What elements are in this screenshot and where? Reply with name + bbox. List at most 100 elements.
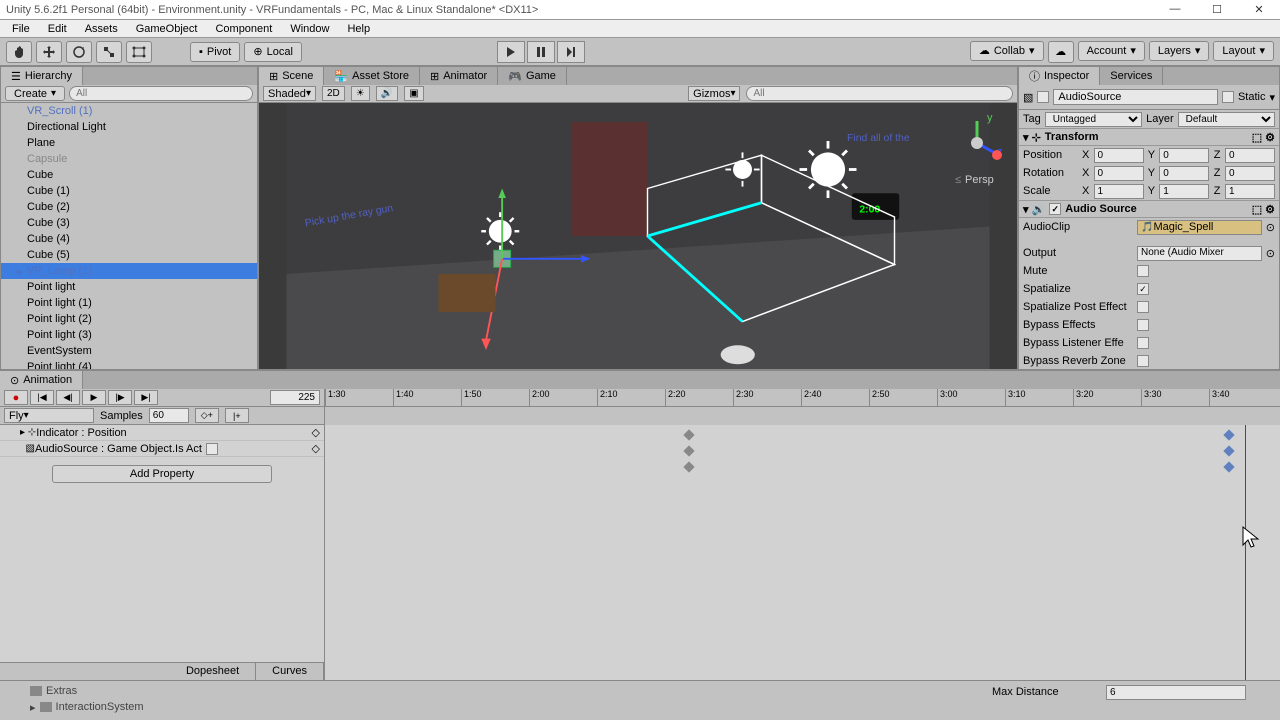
pivot-toggle[interactable]: ▪ Pivot xyxy=(190,42,240,62)
scene-gizmo[interactable]: yz≤Persp xyxy=(947,113,1007,173)
curves-tab[interactable]: Curves xyxy=(256,663,324,680)
position-y[interactable] xyxy=(1159,148,1209,163)
rotation-y[interactable] xyxy=(1159,166,1209,181)
close-button[interactable]: ✕ xyxy=(1244,3,1274,16)
clip-dropdown[interactable]: Fly ▾ xyxy=(4,408,94,423)
animator-tab[interactable]: ⊞ Animator xyxy=(420,67,498,85)
cloud-button[interactable]: ☁ xyxy=(1048,41,1074,63)
prev-frame-button[interactable]: ◀| xyxy=(56,390,80,405)
hierarchy-tab[interactable]: ☰ Hierarchy xyxy=(1,67,83,85)
timeline-ruler[interactable]: 1:301:401:502:002:102:202:302:402:503:00… xyxy=(325,389,1280,407)
fx-toggle[interactable]: ▣ xyxy=(404,86,423,101)
hierarchy-item[interactable]: Capsule xyxy=(1,151,257,167)
folder-item[interactable]: Extras xyxy=(30,683,988,699)
scene-search[interactable] xyxy=(746,86,1013,101)
hierarchy-item[interactable]: Cube (3) xyxy=(1,215,257,231)
layers-dropdown[interactable]: Layers ▾ xyxy=(1149,41,1210,61)
active-checkbox[interactable] xyxy=(1037,91,1049,103)
hierarchy-list[interactable]: VR_Scroll (1)Directional LightPlaneCapsu… xyxy=(1,103,257,369)
menu-gameobject[interactable]: GameObject xyxy=(128,21,206,37)
spatialize-post-checkbox[interactable] xyxy=(1137,301,1149,313)
menu-window[interactable]: Window xyxy=(282,21,337,37)
menu-file[interactable]: File xyxy=(4,21,38,37)
hierarchy-item[interactable]: Cube (5) xyxy=(1,247,257,263)
transform-header[interactable]: ▾ ⊹ Transform⬚ ⚙ xyxy=(1019,128,1279,146)
step-button[interactable] xyxy=(557,41,585,63)
dopesheet-tab[interactable]: Dopesheet xyxy=(170,663,256,680)
menu-help[interactable]: Help xyxy=(339,21,378,37)
shading-dropdown[interactable]: Shaded ▾ xyxy=(263,86,316,101)
rotation-x[interactable] xyxy=(1094,166,1144,181)
samples-field[interactable] xyxy=(149,408,189,423)
audio-enabled-checkbox[interactable]: ✓ xyxy=(1049,203,1061,215)
scene-tab[interactable]: ⊞ Scene xyxy=(259,67,324,85)
anim-play-button[interactable]: ▶ xyxy=(82,390,106,405)
next-frame-button[interactable]: |▶ xyxy=(108,390,132,405)
static-checkbox[interactable] xyxy=(1222,91,1234,103)
rotation-z[interactable] xyxy=(1225,166,1275,181)
menu-assets[interactable]: Assets xyxy=(77,21,126,37)
hierarchy-search[interactable] xyxy=(69,86,253,101)
position-z[interactable] xyxy=(1225,148,1275,163)
scale-tool[interactable] xyxy=(96,41,122,63)
spatialize-checkbox[interactable]: ✓ xyxy=(1137,283,1149,295)
hierarchy-item[interactable]: Directional Light xyxy=(1,119,257,135)
minimize-button[interactable]: — xyxy=(1160,3,1190,16)
hierarchy-item[interactable]: Plane xyxy=(1,135,257,151)
inspector-tab[interactable]: ⓘ Inspector xyxy=(1019,67,1100,85)
animation-tab[interactable]: ⊙ Animation xyxy=(0,371,83,389)
game-tab[interactable]: 🎮 Game xyxy=(498,67,567,85)
audio-source-header[interactable]: ▾ 🔊 ✓ Audio Source⬚ ⚙ xyxy=(1019,200,1279,218)
hierarchy-item[interactable]: EventSystem xyxy=(1,343,257,359)
account-dropdown[interactable]: Account ▾ xyxy=(1078,41,1145,61)
bypass-listener-checkbox[interactable] xyxy=(1137,337,1149,349)
output-field[interactable]: None (Audio Mixer xyxy=(1137,246,1262,261)
first-frame-button[interactable]: |◀ xyxy=(30,390,54,405)
scale-y[interactable] xyxy=(1159,184,1209,199)
bypass-effects-checkbox[interactable] xyxy=(1137,319,1149,331)
hierarchy-item[interactable]: VR_Scroll (1) xyxy=(1,103,257,119)
move-tool[interactable] xyxy=(36,41,62,63)
maximize-button[interactable]: ☐ xyxy=(1202,3,1232,16)
hierarchy-item[interactable]: VR_Lamp (1) xyxy=(1,263,257,279)
pause-button[interactable] xyxy=(527,41,555,63)
hierarchy-item[interactable]: Cube (1) xyxy=(1,183,257,199)
local-toggle[interactable]: ⊕ Local xyxy=(244,42,302,62)
hierarchy-item[interactable]: Cube (2) xyxy=(1,199,257,215)
audio-toggle[interactable]: 🔊 xyxy=(376,86,398,101)
scene-view[interactable]: Pick up the ray gun Find all of the 2:00 xyxy=(259,103,1017,369)
layer-dropdown[interactable]: Default xyxy=(1178,112,1275,127)
scale-x[interactable] xyxy=(1094,184,1144,199)
object-name-field[interactable] xyxy=(1053,89,1218,105)
animation-timeline[interactable] xyxy=(325,425,1280,680)
frame-field[interactable] xyxy=(270,390,320,405)
2d-toggle[interactable]: 2D xyxy=(322,86,345,101)
hand-tool[interactable] xyxy=(6,41,32,63)
scale-z[interactable] xyxy=(1225,184,1275,199)
hierarchy-item[interactable]: Point light (4) xyxy=(1,359,257,369)
mute-checkbox[interactable] xyxy=(1137,265,1149,277)
create-dropdown[interactable]: Create ▾ xyxy=(5,86,65,101)
asset-store-tab[interactable]: 🏪 Asset Store xyxy=(324,67,420,85)
play-button[interactable] xyxy=(497,41,525,63)
record-button[interactable]: ● xyxy=(4,390,28,405)
add-property-button[interactable]: Add Property xyxy=(52,465,272,483)
hierarchy-item[interactable]: Point light (1) xyxy=(1,295,257,311)
rect-tool[interactable] xyxy=(126,41,152,63)
menu-edit[interactable]: Edit xyxy=(40,21,75,37)
anim-property[interactable]: ▧ AudioSource : Game Object.Is Act◇ xyxy=(0,441,324,457)
bypass-reverb-checkbox[interactable] xyxy=(1137,355,1149,367)
tag-dropdown[interactable]: Untagged xyxy=(1045,112,1142,127)
position-x[interactable] xyxy=(1094,148,1144,163)
add-event-button[interactable]: |+ xyxy=(225,408,249,423)
hierarchy-item[interactable]: Point light (3) xyxy=(1,327,257,343)
folder-item[interactable]: ▸ InteractionSystem xyxy=(30,699,988,715)
hierarchy-item[interactable]: Cube (4) xyxy=(1,231,257,247)
add-keyframe-button[interactable]: ◇+ xyxy=(195,408,219,423)
audioclip-field[interactable]: 🎵Magic_Spell xyxy=(1137,220,1262,235)
rotate-tool[interactable] xyxy=(66,41,92,63)
hierarchy-item[interactable]: Point light xyxy=(1,279,257,295)
hierarchy-item[interactable]: Point light (2) xyxy=(1,311,257,327)
menu-component[interactable]: Component xyxy=(207,21,280,37)
last-frame-button[interactable]: ▶| xyxy=(134,390,158,405)
